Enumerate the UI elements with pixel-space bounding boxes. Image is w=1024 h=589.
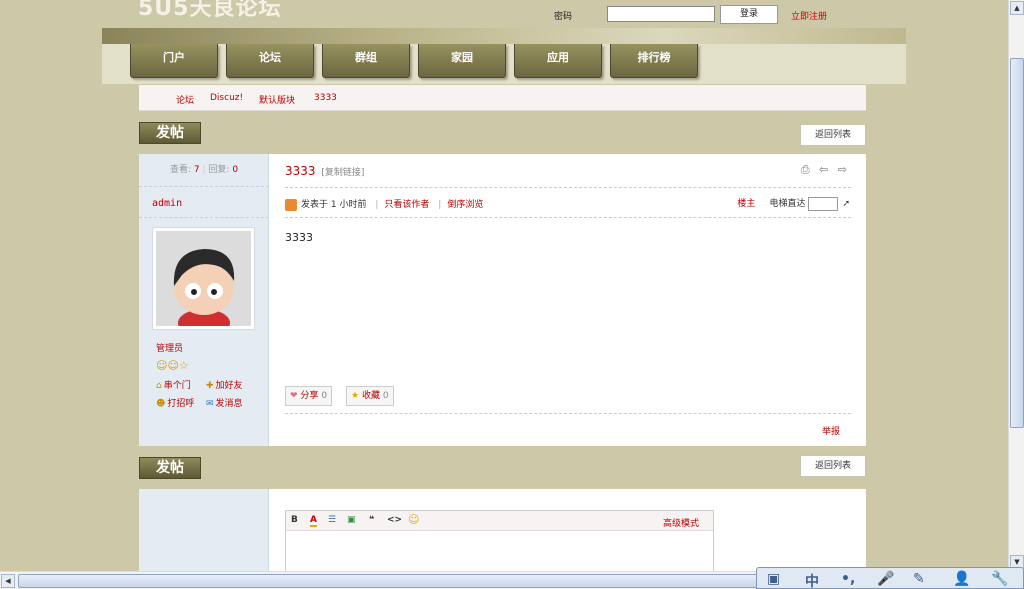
ime-voice-icon[interactable]: 🎤 bbox=[877, 571, 894, 587]
author-sidebar: 查看: 7 | 回复: 0 admin 管理员 ☺☺☆ ⌂ 串个门 ✚ 加好友 … bbox=[139, 154, 269, 446]
replies-label: 回复: bbox=[208, 165, 230, 175]
nav-tab-groups[interactable]: 群组 bbox=[322, 44, 410, 78]
new-post-button-bottom[interactable]: 发帖 bbox=[139, 457, 201, 479]
register-link[interactable]: 立即注册 bbox=[791, 9, 827, 22]
views-label: 查看: bbox=[169, 165, 191, 175]
breadcrumb-forum[interactable]: 论坛 bbox=[176, 93, 194, 106]
thread-post: 查看: 7 | 回复: 0 admin 管理员 ☺☺☆ ⌂ 串个门 ✚ 加好友 … bbox=[139, 154, 866, 446]
thread-stats: 查看: 7 | 回复: 0 bbox=[139, 154, 269, 187]
share-button[interactable]: ❤ 分享 0 bbox=[285, 386, 333, 406]
nav-tab-home[interactable]: 家园 bbox=[418, 44, 506, 78]
nav-tab-apps[interactable]: 应用 bbox=[514, 44, 602, 78]
medal-icons: ☺☺☆ bbox=[156, 359, 189, 372]
divider bbox=[139, 217, 269, 218]
send-message-link[interactable]: ✉ 发消息 bbox=[206, 396, 243, 409]
avatar[interactable] bbox=[152, 227, 255, 330]
only-author-link[interactable]: 只看该作者 bbox=[384, 200, 429, 210]
ime-handwrite-icon[interactable]: ✎ bbox=[913, 571, 925, 587]
editor-toolbar: B A ☰ ▣ ❝ <> ☺ 高级模式 bbox=[286, 511, 713, 531]
vertical-scroll-thumb[interactable] bbox=[1010, 58, 1024, 428]
ime-settings-icon[interactable]: 🔧 bbox=[991, 571, 1008, 587]
site-logo[interactable]: 5U5天良论坛 bbox=[138, 0, 281, 22]
posted-time: 1 小时前 bbox=[330, 200, 367, 210]
scroll-left-icon[interactable]: ◀ bbox=[1, 574, 15, 588]
go-arrow-icon[interactable]: ➚ bbox=[842, 199, 850, 209]
post-content: 3333 bbox=[285, 231, 313, 244]
ime-toolbar: ▣ 中 •, 🎤 ✎ 👤 🔧 bbox=[756, 567, 1024, 589]
vertical-scrollbar[interactable]: ▲ ▼ bbox=[1008, 0, 1024, 571]
posted-label: 发表于 bbox=[301, 200, 329, 210]
breadcrumb: 论坛 Discuz! 默认版块 3333 bbox=[139, 85, 866, 111]
quote-icon[interactable]: ❝ bbox=[369, 515, 374, 525]
nav-tab-forum[interactable]: 论坛 bbox=[226, 44, 314, 78]
top-bar: 5U5天良论坛 密码 登录 立即注册 bbox=[0, 0, 1008, 28]
ime-chinese-icon[interactable]: 中 bbox=[805, 571, 819, 589]
views-count: 7 bbox=[193, 165, 200, 175]
nav-decor-stripe bbox=[102, 28, 906, 44]
copy-link-button[interactable]: [复制链接] bbox=[321, 168, 364, 178]
visit-home-link[interactable]: ⌂ 串个门 bbox=[156, 378, 191, 391]
envelope-icon: ✉ bbox=[206, 399, 214, 409]
image-icon[interactable]: ☰ bbox=[328, 515, 336, 525]
new-post-button[interactable]: 发帖 bbox=[139, 122, 201, 144]
greet-link[interactable]: ☻ 打招呼 bbox=[156, 396, 194, 409]
breadcrumb-discuz[interactable]: Discuz! bbox=[210, 93, 243, 103]
avatar-image bbox=[156, 231, 251, 326]
thread-title: 3333 [复制链接] bbox=[285, 164, 365, 178]
scroll-up-icon[interactable]: ▲ bbox=[1010, 1, 1024, 15]
breadcrumb-default-board[interactable]: 默认版块 bbox=[259, 93, 295, 106]
post-meta: 发表于 1 小时前 | 只看该作者 | 倒序浏览 bbox=[285, 197, 483, 211]
replies-count: 0 bbox=[232, 165, 239, 175]
author-name[interactable]: admin bbox=[152, 198, 182, 209]
online-status-icon bbox=[285, 198, 297, 211]
ime-user-icon[interactable]: 👤 bbox=[953, 571, 970, 587]
ime-menu-icon[interactable]: ▣ bbox=[767, 571, 780, 587]
nav-tab-portal[interactable]: 门户 bbox=[130, 44, 218, 78]
favorite-button[interactable]: ★ 收藏 0 bbox=[346, 386, 394, 406]
print-prev-next-icons[interactable]: ⎙ ⇦ ⇨ bbox=[801, 163, 850, 177]
jump-floor-label: 电梯直达 bbox=[769, 199, 806, 209]
password-label: 密码 bbox=[554, 12, 573, 22]
house-icon: ⌂ bbox=[156, 381, 162, 391]
floor-number-input[interactable] bbox=[808, 196, 839, 211]
main-nav: 门户 论坛 群组 家园 应用 排行榜 bbox=[102, 28, 906, 84]
back-to-list-button[interactable]: 返回列表 bbox=[800, 124, 866, 146]
floor-label[interactable]: 楼主 bbox=[737, 199, 755, 209]
report-link[interactable]: 举报 bbox=[822, 424, 840, 437]
code-icon[interactable]: <> bbox=[387, 515, 402, 525]
add-friend-icon: ✚ bbox=[206, 381, 214, 391]
greet-icon: ☻ bbox=[156, 399, 166, 409]
bold-icon[interactable]: B bbox=[291, 515, 298, 525]
password-input[interactable] bbox=[607, 6, 715, 22]
add-friend-link[interactable]: ✚ 加好友 bbox=[206, 378, 243, 391]
font-color-icon[interactable]: A bbox=[310, 515, 317, 527]
floor-controls: 楼主 电梯直达 ➚ bbox=[737, 196, 850, 211]
divider bbox=[285, 413, 851, 414]
reverse-order-link[interactable]: 倒序浏览 bbox=[447, 200, 483, 210]
advanced-mode-link[interactable]: 高级模式 bbox=[663, 516, 699, 529]
divider bbox=[285, 187, 851, 188]
nav-tab-ranking[interactable]: 排行榜 bbox=[610, 44, 698, 78]
ime-punctuation-icon[interactable]: •, bbox=[841, 571, 855, 587]
login-button[interactable]: 登录 bbox=[720, 5, 778, 24]
divider bbox=[285, 217, 851, 218]
user-group[interactable]: 管理员 bbox=[156, 341, 183, 354]
attachment-icon[interactable]: ▣ bbox=[347, 515, 356, 525]
smiley-icon[interactable]: ☺ bbox=[408, 513, 419, 526]
breadcrumb-thread[interactable]: 3333 bbox=[314, 93, 337, 103]
heart-icon: ❤ bbox=[290, 391, 298, 401]
back-to-list-button-bottom[interactable]: 返回列表 bbox=[800, 455, 866, 477]
post-main: 3333 [复制链接] ⎙ ⇦ ⇨ 发表于 1 小时前 | 只看该作者 | 倒序浏览… bbox=[269, 154, 866, 446]
star-icon: ★ bbox=[351, 391, 360, 401]
horizontal-scroll-thumb[interactable] bbox=[18, 574, 758, 588]
